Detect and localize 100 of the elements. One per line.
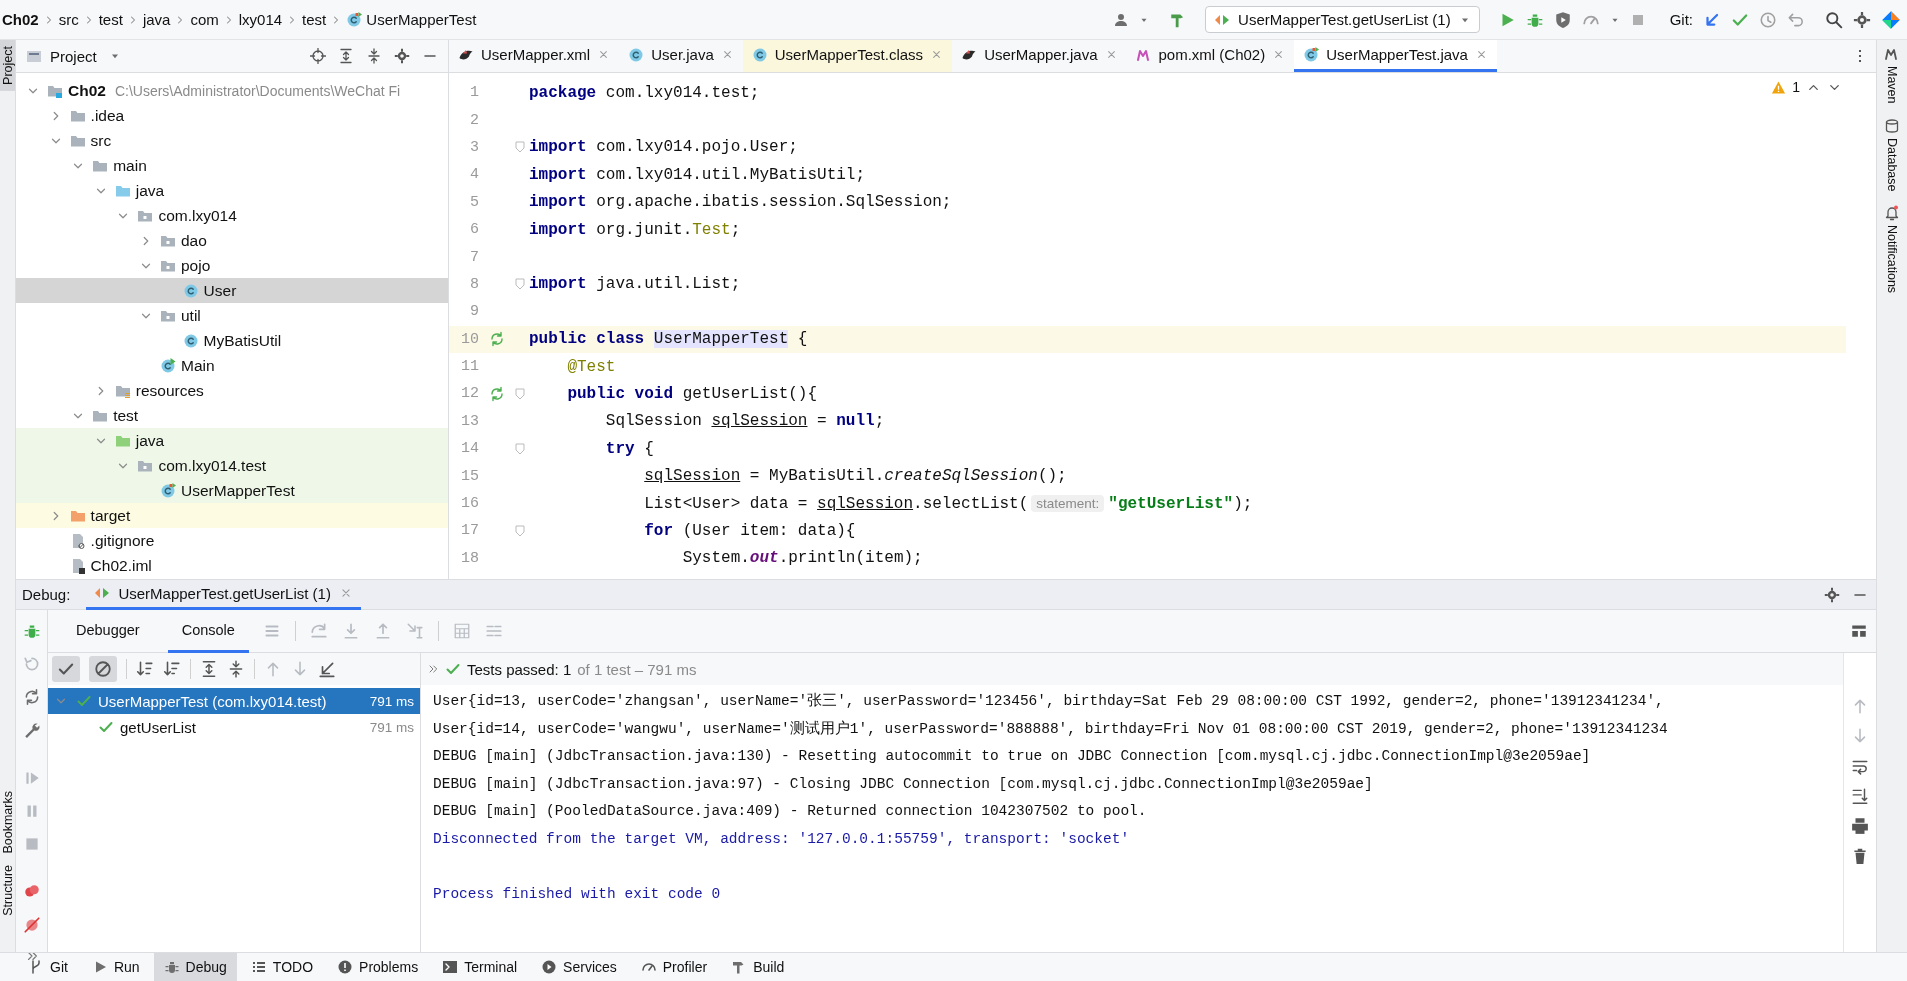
- breadcrumb[interactable]: src: [58, 11, 79, 28]
- run-to-cursor-icon[interactable]: [405, 622, 424, 640]
- fold-marker-icon[interactable]: [515, 442, 525, 455]
- panel-title[interactable]: Project: [50, 47, 97, 65]
- breadcrumb[interactable]: java: [142, 11, 171, 28]
- tree-item[interactable]: main: [16, 153, 448, 178]
- collapse-all-icon[interactable]: [227, 660, 245, 678]
- import-icon[interactable]: [318, 660, 336, 678]
- calculator-icon[interactable]: [452, 622, 471, 640]
- tool-window-tab[interactable]: Git: [18, 953, 78, 981]
- session-tab[interactable]: UserMapperTest.getUserList (1): [86, 579, 361, 610]
- mute-breakpoints-icon[interactable]: [22, 916, 41, 934]
- bug-icon[interactable]: [22, 622, 41, 640]
- tree-item[interactable]: .gitignore: [16, 528, 448, 553]
- restart-icon[interactable]: [22, 655, 41, 673]
- tree-item[interactable]: Ch02.iml: [16, 553, 448, 578]
- scroll-to-end-icon[interactable]: [1851, 787, 1869, 805]
- editor-tab[interactable]: UserMapper.xml: [449, 40, 620, 72]
- database-icon[interactable]: [1884, 117, 1900, 134]
- tree-item[interactable]: java: [16, 428, 448, 453]
- tree-item[interactable]: com.lxy014: [16, 203, 448, 228]
- settings-icon[interactable]: [394, 48, 410, 64]
- crosshair-icon[interactable]: [310, 48, 326, 64]
- run-gutter-icon[interactable]: [489, 331, 505, 348]
- test-tree-item[interactable]: getUserList 791 ms: [48, 714, 420, 740]
- code-line: System.out.println(item);: [681, 549, 923, 568]
- tool-window-tab[interactable]: Build: [721, 953, 795, 981]
- expand-all-icon[interactable]: [338, 48, 354, 64]
- tool-window-button[interactable]: Notifications: [1885, 225, 1899, 294]
- tab[interactable]: Debugger: [62, 609, 154, 653]
- test-tree-item[interactable]: UserMapperTest (com.lxy014.test) 791 ms: [48, 688, 420, 714]
- tool-window-tab[interactable]: TODO: [240, 953, 324, 981]
- tree-item[interactable]: .idea: [16, 103, 448, 128]
- tool-window-tab[interactable]: Terminal: [432, 953, 528, 981]
- fold-marker-icon[interactable]: [515, 141, 525, 154]
- fold-marker-icon[interactable]: [515, 524, 525, 537]
- tree-item[interactable]: util: [16, 303, 448, 328]
- editor-tab[interactable]: UserMapperTest.java: [1294, 40, 1497, 72]
- tool-window-tab[interactable]: Run: [81, 953, 150, 981]
- tree-item[interactable]: target: [16, 503, 448, 528]
- collapse-all-icon[interactable]: [366, 48, 382, 64]
- warning-count[interactable]: 1: [1792, 79, 1800, 95]
- tree-item[interactable]: com.lxy014.test: [16, 453, 448, 478]
- editor-tab[interactable]: pom.xml (Ch02): [1126, 40, 1295, 72]
- layout-icon[interactable]: [1850, 622, 1868, 640]
- expand-all-icon[interactable]: [200, 660, 218, 678]
- tree-item[interactable]: dao: [16, 228, 448, 253]
- user-icon[interactable]: [1113, 11, 1130, 28]
- git-label: Git:: [1669, 11, 1693, 28]
- settings-icon[interactable]: [1824, 586, 1840, 603]
- breadcrumb[interactable]: UserMapperTest: [366, 11, 477, 28]
- run-configuration-dropdown[interactable]: UserMapperTest.getUserList (1): [1205, 6, 1480, 33]
- editor-tab[interactable]: User.java: [619, 40, 743, 72]
- m-icon[interactable]: [1884, 46, 1900, 62]
- breadcrumb[interactable]: lxy014: [238, 11, 283, 28]
- sort-icon[interactable]: [163, 660, 181, 678]
- tree-item[interactable]: User: [16, 278, 448, 303]
- app-logo-icon[interactable]: [1881, 9, 1901, 30]
- tree-item[interactable]: test: [16, 403, 448, 428]
- clock-icon[interactable]: [1759, 10, 1777, 29]
- code-line: import org.apache.ibatis.session.SqlSession;: [529, 193, 952, 212]
- tool-window-button[interactable]: Bookmarks: [0, 784, 15, 860]
- tool-window-button[interactable]: Database: [1885, 137, 1899, 192]
- tool-window-button[interactable]: Maven: [1885, 66, 1899, 104]
- code-line: try {: [604, 439, 654, 458]
- breadcrumb[interactable]: Ch02: [2, 11, 39, 28]
- tree-item[interactable]: Main: [16, 353, 448, 378]
- print-icon[interactable]: [1851, 817, 1869, 835]
- tree-item[interactable]: src: [16, 128, 448, 153]
- editor-tab[interactable]: UserMapperTest.class: [742, 40, 953, 72]
- show-ignored-toggle[interactable]: [89, 656, 117, 682]
- shield-icon[interactable]: [1553, 10, 1572, 29]
- sort-icon[interactable]: [136, 660, 154, 678]
- tree-item[interactable]: pojo: [16, 253, 448, 278]
- fold-marker-icon[interactable]: [515, 278, 525, 291]
- breadcrumb[interactable]: test: [98, 11, 123, 28]
- editor-tab[interactable]: UserMapper.java: [952, 40, 1127, 72]
- run-gutter-icon[interactable]: [489, 386, 505, 402]
- tree-item[interactable]: java: [16, 178, 448, 203]
- breadcrumb[interactable]: com: [190, 11, 219, 28]
- step-over-icon[interactable]: [309, 622, 328, 640]
- tree-item[interactable]: MyBatisUtil: [16, 328, 448, 353]
- bell-icon[interactable]: [1884, 205, 1900, 222]
- trash-icon[interactable]: [1851, 847, 1869, 865]
- breadcrumb[interactable]: test: [302, 11, 327, 28]
- tree-item[interactable]: Ch02 C:\Users\Administrator\Documents\WeChat Fi: [16, 78, 448, 103]
- tool-window-button[interactable]: Structure: [0, 859, 15, 922]
- fold-marker-icon[interactable]: [515, 388, 525, 400]
- tree-item[interactable]: UserMapperTest: [16, 478, 448, 503]
- settings-icon[interactable]: [1853, 10, 1871, 29]
- tool-window-tab[interactable]: Services: [531, 953, 627, 981]
- tool-window-tab[interactable]: Profiler: [630, 953, 718, 981]
- code-line: import com.lxy014.pojo.User;: [529, 138, 798, 157]
- search-icon[interactable]: [1825, 10, 1843, 29]
- tree-item[interactable]: resources: [16, 378, 448, 403]
- show-passed-toggle[interactable]: [52, 656, 80, 682]
- tool-window-tab[interactable]: Debug: [153, 953, 237, 981]
- tool-window-button[interactable]: Project: [0, 40, 15, 91]
- tool-window-tab[interactable]: Problems: [327, 953, 429, 981]
- more-icon[interactable]: [427, 663, 439, 675]
